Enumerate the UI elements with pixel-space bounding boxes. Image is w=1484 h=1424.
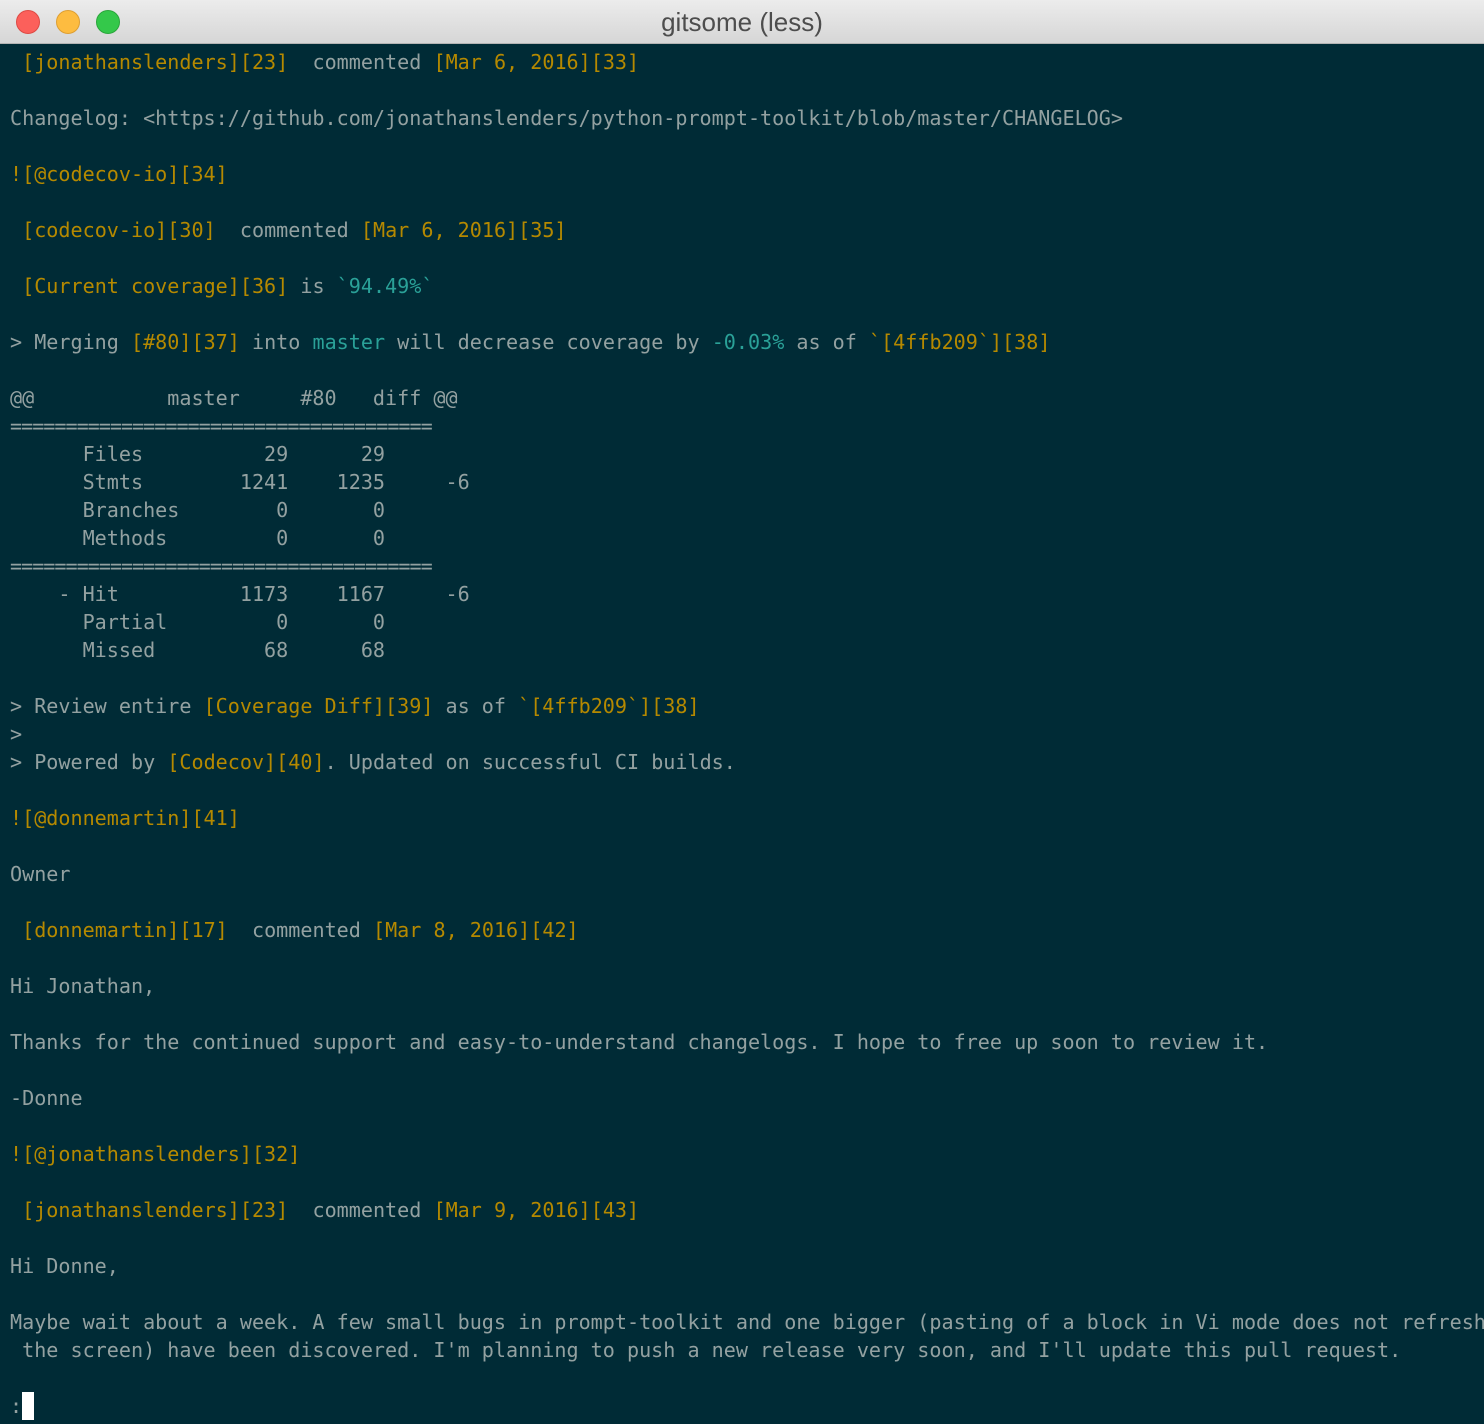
merge-text: into: [239, 330, 313, 354]
avatar-image-ref: ![@jonathanslenders][32]: [10, 1142, 301, 1166]
comment-body-line: Hi Donne,: [10, 1254, 119, 1278]
pr-link: [#80][37]: [130, 330, 240, 354]
comment-header: [codecov-io][30] commented [Mar 6, 2016]…: [10, 216, 567, 244]
comment-date-link: [Mar 8, 2016][42]: [372, 918, 579, 942]
comment-header: [jonathanslenders][23] commented [Mar 6,…: [10, 48, 639, 76]
commit-link: `[4ffb209`][38]: [868, 330, 1051, 354]
title-bar: gitsome (less): [0, 0, 1484, 44]
quote-marker-line: >: [10, 722, 23, 746]
coverage-table-row: Files 29 29: [10, 442, 386, 466]
changelog-line: Changelog: <https://github.com/jonathans…: [10, 106, 1123, 130]
merge-text: as of: [784, 330, 869, 354]
comment-body-line: Maybe wait about a week. A few small bug…: [10, 1310, 1484, 1334]
comment-body-line: Thanks for the continued support and eas…: [10, 1030, 1269, 1054]
powered-text: . Updated on successful CI builds.: [324, 750, 736, 774]
comment-verb: commented: [312, 50, 422, 74]
coverage-is-text: is: [288, 274, 337, 298]
avatar-image-ref: ![@donnemartin][41]: [10, 806, 240, 830]
less-prompt[interactable]: :: [10, 1392, 22, 1420]
comment-body-line: Hi Jonathan,: [10, 974, 156, 998]
coverage-diff-link: [Coverage Diff][39]: [203, 694, 434, 718]
comment-body-line: the screen) have been discovered. I'm pl…: [10, 1338, 1402, 1362]
comment-author-link: [donnemartin][17]: [22, 918, 228, 942]
comment-header: [jonathanslenders][23] commented [Mar 9,…: [10, 1196, 639, 1224]
coverage-value: `94.49%`: [336, 274, 434, 298]
review-text: as of: [433, 694, 519, 718]
coverage-delta: -0.03%: [711, 330, 785, 354]
merge-text: will decrease coverage by: [385, 330, 712, 354]
review-quote-line: > Review entire [Coverage Diff][39] as o…: [10, 692, 700, 720]
coverage-table-row: Missed 68 68: [10, 638, 386, 662]
coverage-table-row: Stmts 1241 1235 -6: [10, 470, 470, 494]
comment-body-line: -Donne: [10, 1086, 83, 1110]
coverage-line: [Current coverage][36] is `94.49%`: [10, 272, 433, 300]
comment-verb: commented: [312, 1198, 422, 1222]
commit-link: `[4ffb209`][38]: [518, 694, 700, 718]
coverage-table-rule: ======================================: [10, 414, 433, 438]
current-coverage-link: [Current coverage][36]: [22, 274, 289, 298]
comment-header: [donnemartin][17] commented [Mar 8, 2016…: [10, 916, 579, 944]
coverage-table-header: @@ master #80 diff @@: [10, 386, 458, 410]
coverage-table-row: - Hit 1173 1167 -6: [10, 582, 470, 606]
powered-text: > Powered by: [10, 750, 168, 774]
comment-verb: commented: [239, 218, 349, 242]
comment-author-link: [codecov-io][30]: [22, 218, 216, 242]
comment-author-link: [jonathanslenders][23]: [22, 50, 289, 74]
comment-verb: commented: [251, 918, 361, 942]
text-cursor: [22, 1392, 34, 1420]
review-text: > Review entire: [10, 694, 204, 718]
merge-text: > Merging: [10, 330, 131, 354]
coverage-table-row: Methods 0 0: [10, 526, 386, 550]
comment-date-link: [Mar 6, 2016][33]: [433, 50, 640, 74]
comment-date-link: [Mar 9, 2016][43]: [433, 1198, 640, 1222]
powered-by-line: > Powered by [Codecov][40]. Updated on s…: [10, 748, 736, 776]
terminal-window: gitsome (less) [jonathanslenders][23] co…: [0, 0, 1484, 1424]
coverage-table-row: Branches 0 0: [10, 498, 386, 522]
codecov-link: [Codecov][40]: [167, 750, 325, 774]
window-title: gitsome (less): [661, 7, 823, 37]
coverage-table-rule: ======================================: [10, 554, 433, 578]
avatar-image-ref: ![@codecov-io][34]: [10, 162, 228, 186]
owner-badge: Owner: [10, 862, 71, 886]
branch-name: master: [312, 330, 386, 354]
comment-author-link: [jonathanslenders][23]: [22, 1198, 289, 1222]
terminal-content[interactable]: [jonathanslenders][23] commented [Mar 6,…: [0, 44, 1484, 1424]
coverage-table-row: Partial 0 0: [10, 610, 386, 634]
comment-date-link: [Mar 6, 2016][35]: [360, 218, 567, 242]
merge-quote-line: > Merging [#80][37] into master will dec…: [10, 328, 1050, 356]
